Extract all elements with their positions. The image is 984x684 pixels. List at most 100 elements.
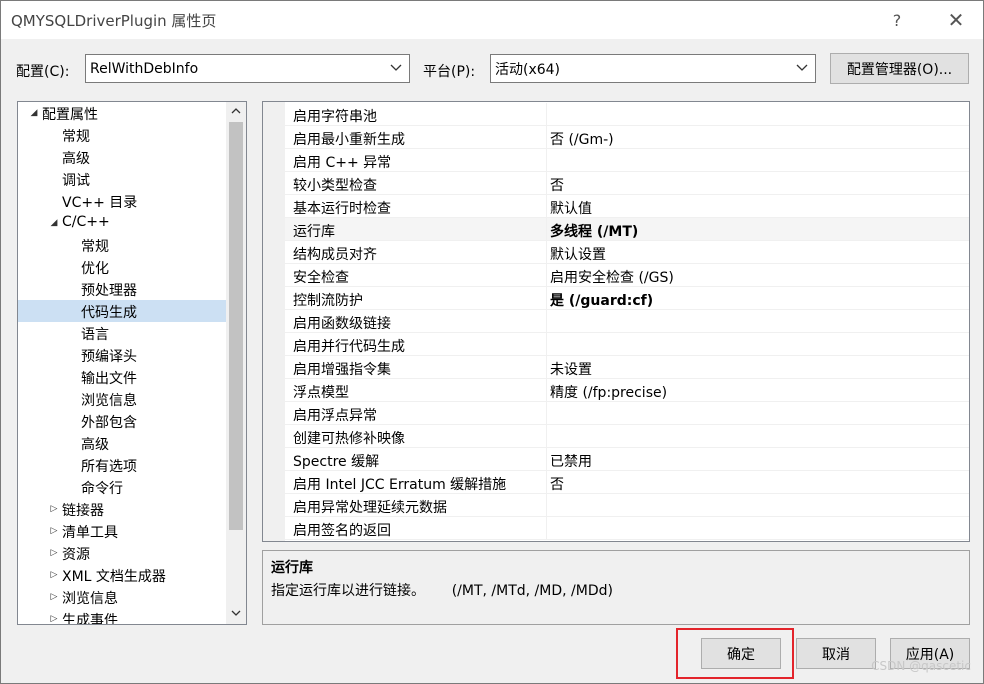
property-row[interactable]: 运行库 多线程 (/MT)	[285, 218, 969, 241]
property-row[interactable]: 启用 Intel JCC Erratum 缓解措施 否	[285, 471, 969, 494]
property-value[interactable]: 默认设置	[550, 244, 606, 264]
tree-item[interactable]: 输出文件	[18, 366, 228, 388]
property-row[interactable]: 启用函数级链接	[285, 310, 969, 333]
tree-item-label: 常规	[62, 129, 90, 145]
expand-arrow-icon[interactable]: ▷	[48, 569, 60, 581]
tree-item[interactable]: ▷ XML 文档生成器	[18, 564, 228, 586]
property-value[interactable]: 默认值	[550, 198, 592, 218]
tree-item[interactable]: 常规	[18, 234, 228, 256]
property-value[interactable]: 精度 (/fp:precise)	[550, 382, 667, 402]
tree-item[interactable]: 常规	[18, 124, 228, 146]
tree-item[interactable]: 外部包含	[18, 410, 228, 432]
expand-arrow-icon[interactable]: ▷	[48, 547, 60, 559]
config-select[interactable]: RelWithDebInfo	[85, 54, 410, 83]
config-label: 配置(C):	[16, 64, 70, 80]
expand-arrow-icon[interactable]: ▷	[48, 525, 60, 537]
scroll-thumb[interactable]	[229, 122, 243, 530]
property-row[interactable]: 启用并行代码生成	[285, 333, 969, 356]
collapse-arrow-icon[interactable]: ◢	[48, 217, 60, 229]
properties-dialog: QMYSQLDriverPlugin 属性页 ? ✕ 配置(C): RelWit…	[0, 0, 984, 684]
property-value[interactable]: 否 (/Gm-)	[550, 129, 614, 149]
property-value[interactable]: 启用安全检查 (/GS)	[550, 267, 674, 287]
property-grid: 启用字符串池 启用最小重新生成否 (/Gm-) 启用 C++ 异常 较小类型检查否基本…	[262, 101, 970, 542]
tree-item[interactable]: ▷ 链接器	[18, 498, 228, 520]
property-value[interactable]: 是 (/guard:cf)	[550, 290, 653, 310]
tree-item[interactable]: 预处理器	[18, 278, 228, 300]
tree-item[interactable]: 命令行	[18, 476, 228, 498]
tree-item[interactable]: ▷ 浏览信息	[18, 586, 228, 608]
scroll-down-icon[interactable]	[226, 604, 246, 622]
property-name: 启用签名的返回	[293, 523, 391, 539]
property-value[interactable]: 已禁用	[550, 451, 592, 471]
description-title: 运行库	[271, 560, 313, 576]
description-text: 指定运行库以进行链接。 (/MT, /MTd, /MD, /MDd)	[271, 583, 613, 599]
property-row[interactable]: 启用最小重新生成 否 (/Gm-)	[285, 126, 969, 149]
tree-item[interactable]: 优化	[18, 256, 228, 278]
property-row[interactable]: 启用浮点异常	[285, 402, 969, 425]
property-row[interactable]: 启用字符串池	[285, 103, 969, 126]
property-row[interactable]: 启用签名的返回	[285, 517, 969, 540]
tree-item-label: 高级	[81, 437, 109, 453]
property-row[interactable]: 较小类型检查 否	[285, 172, 969, 195]
tree-item[interactable]: ◢ C/C++	[18, 212, 228, 234]
tree-scrollbar[interactable]	[226, 102, 246, 624]
tree-item[interactable]: ▷ 清单工具	[18, 520, 228, 542]
tree-item-label: 配置属性	[42, 107, 98, 123]
tree-item[interactable]: 高级	[18, 146, 228, 168]
column-divider	[546, 425, 547, 448]
property-row[interactable]: Spectre 缓解 已禁用	[285, 448, 969, 471]
tree-item-label: 高级	[62, 151, 90, 167]
cancel-button[interactable]: 取消	[796, 638, 876, 669]
property-name: 启用浮点异常	[293, 408, 377, 424]
column-divider	[546, 218, 547, 241]
watermark: CSDN @qascetic	[871, 659, 971, 673]
property-row[interactable]: 启用异常处理延续元数据	[285, 494, 969, 517]
expand-arrow-icon[interactable]: ▷	[48, 613, 60, 624]
tree-item-label: 链接器	[62, 503, 104, 519]
close-button[interactable]: ✕	[933, 1, 979, 39]
tree-item-label: 生成事件	[62, 613, 118, 625]
tree-item-label: 语言	[81, 327, 109, 343]
column-divider	[546, 264, 547, 287]
property-row[interactable]: 控制流防护 是 (/guard:cf)	[285, 287, 969, 310]
title-bar: QMYSQLDriverPlugin 属性页 ? ✕	[1, 1, 983, 39]
platform-select[interactable]: 活动(x64)	[490, 54, 816, 83]
property-name: 启用并行代码生成	[293, 339, 405, 355]
expand-arrow-icon[interactable]: ▷	[48, 591, 60, 603]
tree-item[interactable]: 语言	[18, 322, 228, 344]
property-row[interactable]: 安全检查 启用安全检查 (/GS)	[285, 264, 969, 287]
tree-item-label: 命令行	[81, 481, 123, 497]
tree-item[interactable]: VC++ 目录	[18, 190, 228, 212]
property-name: 控制流防护	[293, 293, 363, 309]
collapse-arrow-icon[interactable]: ◢	[28, 107, 40, 119]
property-value[interactable]: 否	[550, 474, 564, 494]
tree-item[interactable]: 所有选项	[18, 454, 228, 476]
tree-item[interactable]: 预编译头	[18, 344, 228, 366]
tree-item[interactable]: 浏览信息	[18, 388, 228, 410]
help-button[interactable]: ?	[874, 1, 920, 39]
property-value[interactable]: 否	[550, 175, 564, 195]
property-row[interactable]: 浮点模型 精度 (/fp:precise)	[285, 379, 969, 402]
property-row[interactable]: 基本运行时检查 默认值	[285, 195, 969, 218]
property-row[interactable]: 创建可热修补映像	[285, 425, 969, 448]
config-manager-button[interactable]: 配置管理器(O)...	[830, 53, 969, 84]
scroll-up-icon[interactable]	[226, 102, 246, 120]
tree-item-label: 清单工具	[62, 525, 118, 541]
property-name: 运行库	[293, 224, 335, 240]
property-row[interactable]: 结构成员对齐 默认设置	[285, 241, 969, 264]
property-row[interactable]: 启用 C++ 异常	[285, 149, 969, 172]
ok-highlight-box	[676, 628, 794, 679]
column-divider	[546, 126, 547, 149]
tree-item[interactable]: 代码生成	[18, 300, 228, 322]
property-value[interactable]: 未设置	[550, 359, 592, 379]
tree-item[interactable]: ▷ 生成事件	[18, 608, 228, 625]
property-value[interactable]: 多线程 (/MT)	[550, 221, 638, 241]
property-row[interactable]: 启用增强指令集 未设置	[285, 356, 969, 379]
expand-arrow-icon[interactable]: ▷	[48, 503, 60, 515]
tree-item[interactable]: 高级	[18, 432, 228, 454]
tree-item[interactable]: ▷ 资源	[18, 542, 228, 564]
tree-item[interactable]: 调试	[18, 168, 228, 190]
tree-item[interactable]: ◢ 配置属性	[18, 102, 228, 124]
column-divider	[546, 471, 547, 494]
column-divider	[546, 287, 547, 310]
